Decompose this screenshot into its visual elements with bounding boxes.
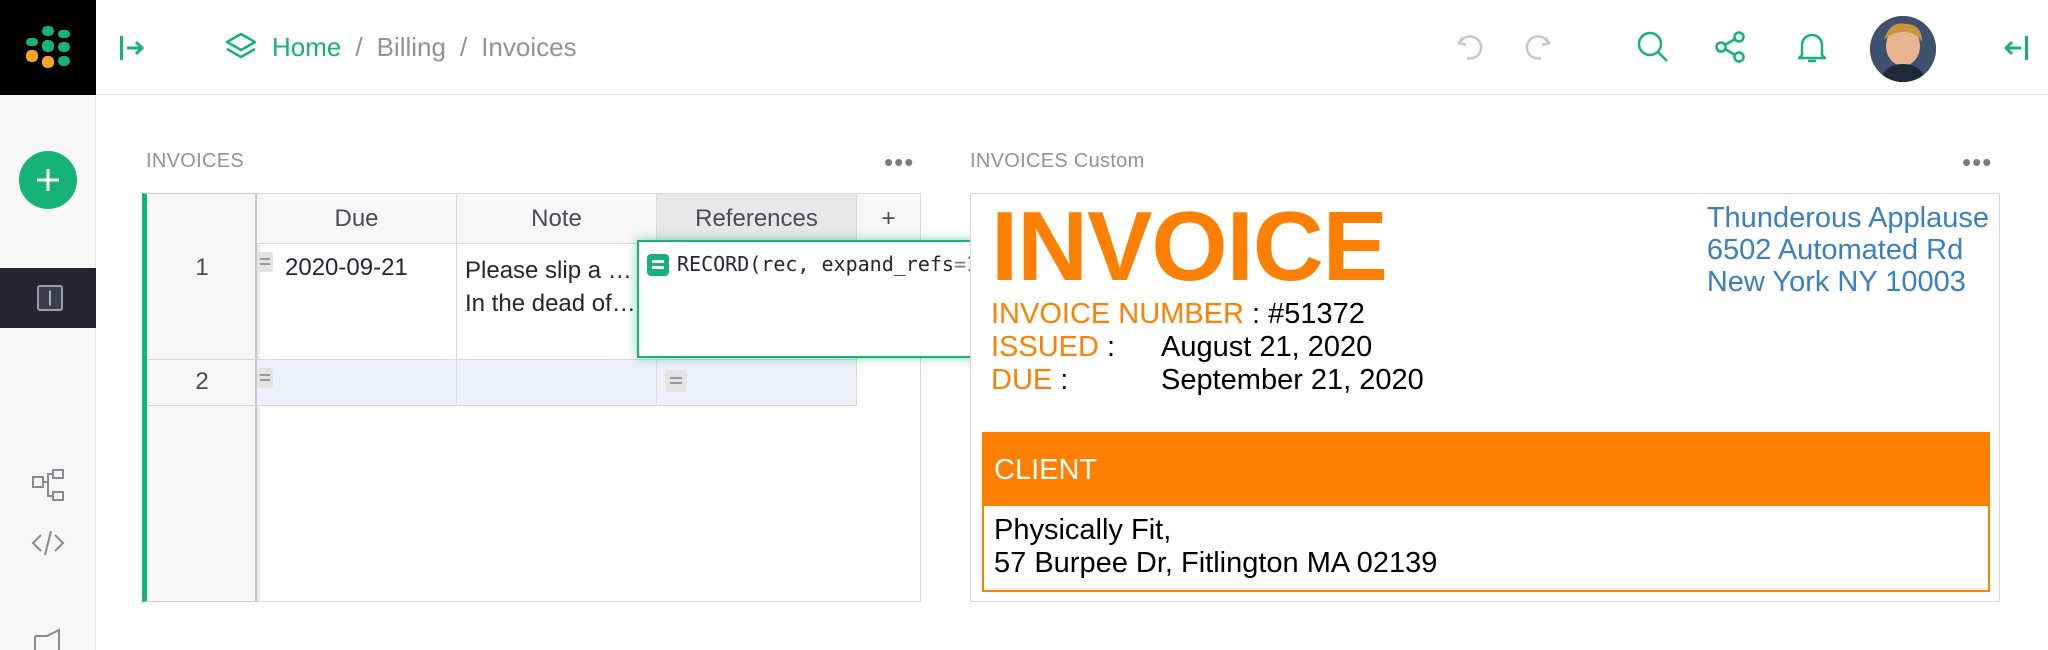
breadcrumb-invoices[interactable]: Invoices	[481, 32, 576, 63]
cell-references[interactable]	[657, 360, 857, 406]
formula-column-icon	[257, 252, 273, 272]
formula-operator: =	[953, 252, 966, 276]
custom-section-menu[interactable]: •••	[1962, 149, 1992, 175]
company-address: Thunderous Applause 6502 Automated Rd Ne…	[1707, 202, 1989, 298]
issued-value: August 21, 2020	[1161, 331, 1373, 363]
invoice-number-label: INVOICE NUMBER	[991, 298, 1244, 330]
cell-due[interactable]: 2020-09-21	[257, 244, 457, 360]
company-name: Thunderous Applause	[1706, 202, 1989, 234]
client-name: Physically Fit,	[994, 514, 1172, 546]
formula-text[interactable]: RECORD(rec, expand_refs=1)	[677, 252, 992, 276]
client-box: CLIENT Physically Fit, 57 Burpee Dr, Fit…	[982, 432, 1990, 592]
grist-logo-icon	[26, 26, 70, 68]
breadcrumb-separator: /	[355, 31, 363, 62]
layers-icon	[225, 32, 257, 59]
client-address: 57 Burpee Dr, Fitlington MA 02139	[994, 547, 1438, 579]
raw-data-icon[interactable]	[31, 468, 65, 502]
column-header-references[interactable]: References	[657, 194, 857, 244]
redo-icon[interactable]	[1521, 31, 1553, 63]
note-line-1: Please slip a …	[465, 257, 632, 284]
add-new-button[interactable]	[19, 151, 77, 209]
user-photo-icon	[1870, 16, 1936, 82]
megaphone-icon[interactable]	[33, 628, 63, 650]
breadcrumb-home[interactable]: Home	[272, 32, 341, 63]
user-avatar[interactable]	[1870, 16, 1936, 82]
notification-bell-icon[interactable]	[1796, 30, 1828, 64]
code-view-icon[interactable]	[31, 528, 65, 558]
column-header-due[interactable]: Due	[257, 194, 457, 244]
collapse-left-panel-icon[interactable]	[118, 34, 146, 62]
formula-column-icon	[257, 368, 273, 388]
note-line-2: In the dead of…	[465, 290, 636, 317]
add-column-button[interactable]: +	[857, 194, 921, 244]
share-icon[interactable]	[1714, 31, 1746, 63]
breadcrumb-separator: /	[459, 31, 468, 62]
note-value: Please slip a … In the dead of…	[465, 254, 636, 320]
plus-icon	[37, 169, 59, 191]
column-header-row: Due Note References +	[257, 194, 921, 244]
formula-function: RECORD(rec, expand_refs	[677, 252, 954, 276]
company-street: 6502 Automated Rd	[1706, 234, 1964, 266]
due-value: 2020-09-21	[285, 254, 408, 281]
top-bar: Home / Billing / Invoices	[0, 0, 2048, 95]
issued-label: ISSUED	[991, 331, 1099, 363]
due-label: DUE	[991, 364, 1053, 396]
company-city: New York NY 10003	[1706, 266, 1966, 298]
cell-due[interactable]	[257, 360, 457, 406]
formula-column-icon	[665, 370, 687, 392]
undo-icon[interactable]	[1455, 31, 1487, 63]
cell-note[interactable]	[457, 360, 657, 406]
table-row	[257, 360, 857, 406]
due-date-value: September 21, 2020	[1161, 364, 1424, 396]
invoice-number-value: #51372	[1268, 298, 1365, 330]
cell-note[interactable]: Please slip a … In the dead of…	[457, 244, 657, 360]
grid-section-title[interactable]: INVOICES	[146, 150, 244, 173]
row-number-2[interactable]: 2	[147, 360, 257, 406]
custom-section-title[interactable]: INVOICES Custom	[970, 150, 1145, 173]
search-icon[interactable]	[1636, 30, 1670, 64]
column-header-note[interactable]: Note	[457, 194, 657, 244]
app-logo[interactable]	[0, 0, 96, 95]
collapse-right-panel-icon[interactable]	[2002, 34, 2030, 62]
client-details: Physically Fit, 57 Burpee Dr, Fitlington…	[984, 506, 1988, 588]
formula-icon	[647, 254, 669, 276]
invoice-custom-widget[interactable]: INVOICE Thunderous Applause 6502 Automat…	[970, 193, 2000, 602]
due-line: DUE : September 21, 2020	[991, 364, 1424, 397]
page-initial-icon: |	[37, 285, 63, 311]
breadcrumb: Home / Billing / Invoices	[224, 30, 577, 64]
issued-line: ISSUED : August 21, 2020	[991, 331, 1372, 364]
invoice-heading: INVOICE	[991, 193, 1388, 301]
row-number-1[interactable]: 1	[147, 244, 257, 360]
invoice-number-line: INVOICE NUMBER : #51372	[991, 298, 1365, 331]
invoice-number-separator: :	[1243, 298, 1269, 330]
page-item-invoices[interactable]: |	[0, 268, 96, 328]
grid-section-menu[interactable]: •••	[884, 149, 914, 175]
issued-separator: :	[1098, 331, 1116, 363]
client-heading: CLIENT	[984, 434, 1988, 506]
due-separator: :	[1052, 364, 1069, 396]
left-panel: |	[0, 95, 96, 650]
breadcrumb-billing[interactable]: Billing	[377, 32, 446, 63]
